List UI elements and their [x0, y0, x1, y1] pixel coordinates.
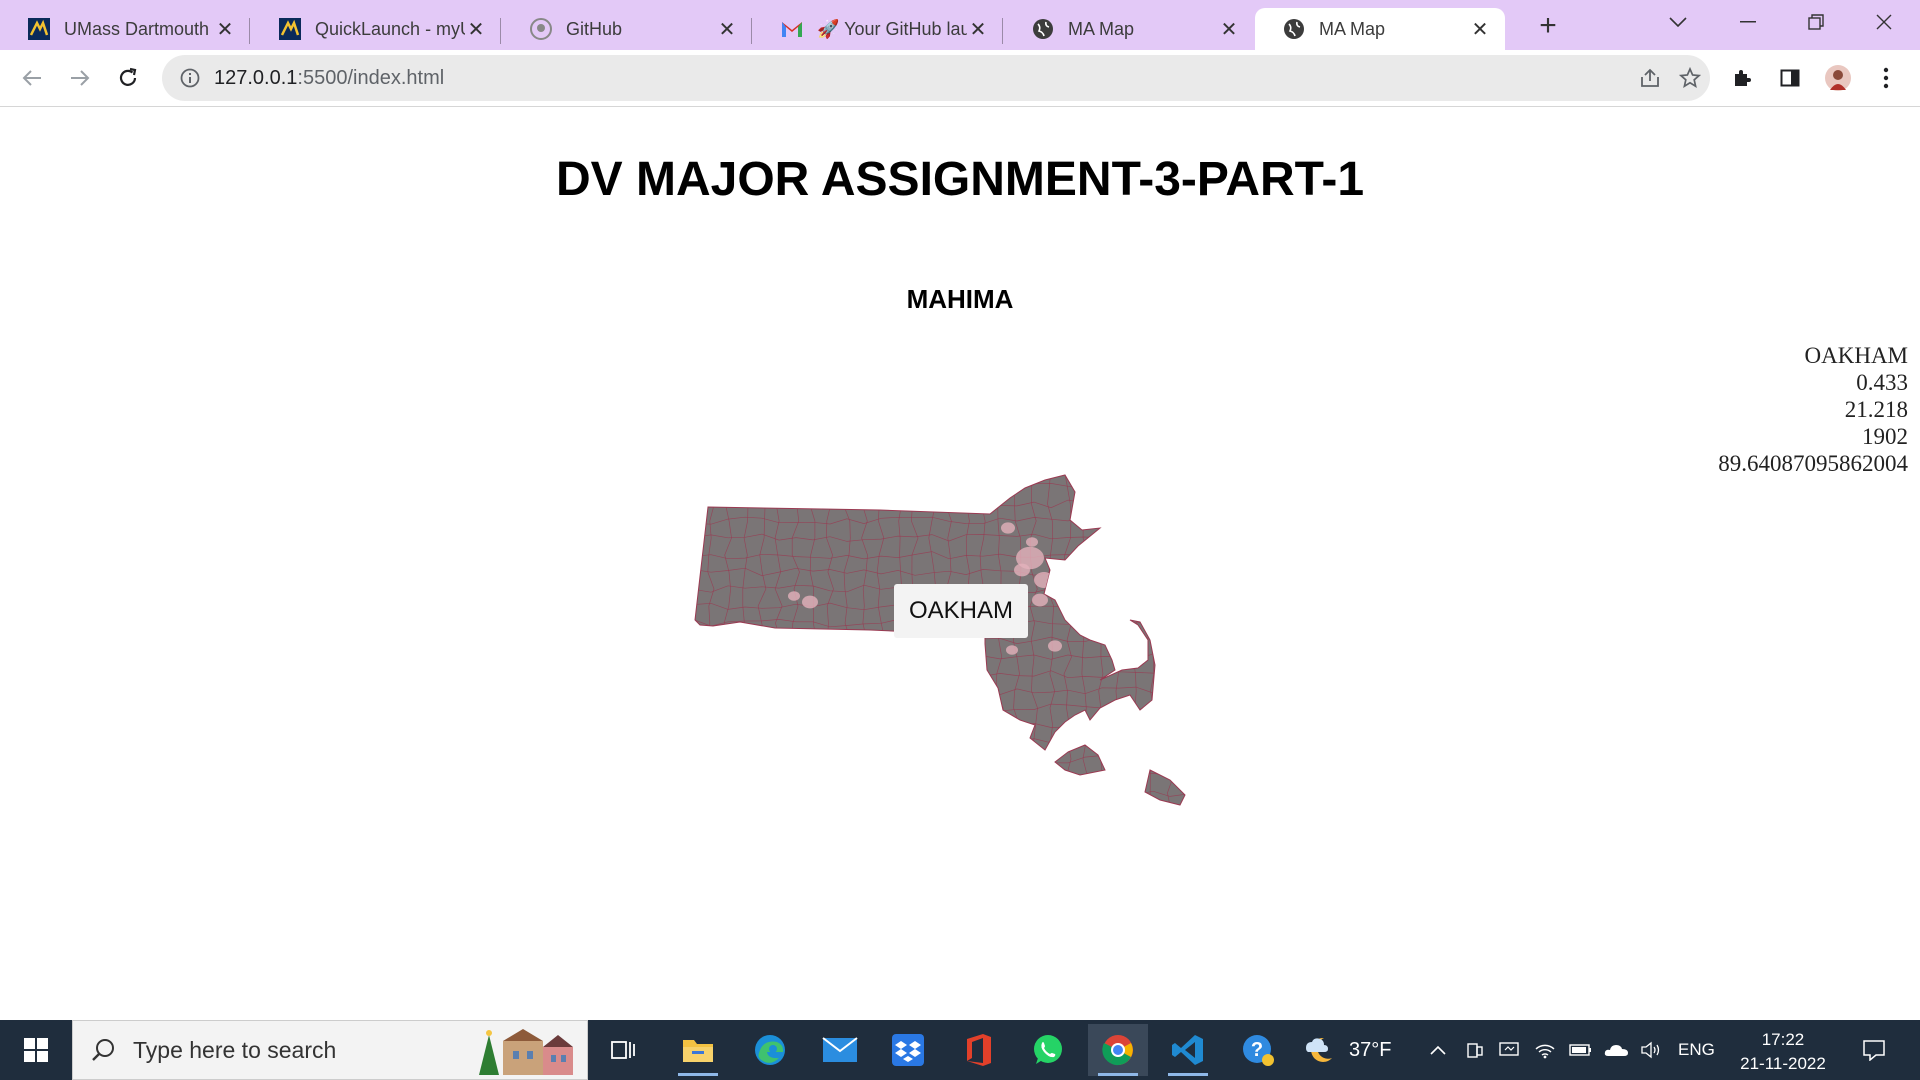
- onedrive-icon[interactable]: [1602, 1020, 1632, 1080]
- close-tab-icon[interactable]: ✕: [1218, 18, 1240, 41]
- profile-avatar[interactable]: [1818, 58, 1858, 98]
- close-tab-icon[interactable]: ✕: [967, 18, 989, 41]
- highlighted-town: [1006, 645, 1018, 655]
- address-bar[interactable]: 127.0.0.1:5500/index.html: [162, 55, 1710, 101]
- back-icon[interactable]: [12, 58, 52, 98]
- highlighted-town: [1034, 572, 1054, 588]
- map-tooltip: OAKHAM: [894, 584, 1028, 638]
- volume-icon[interactable]: [1636, 1020, 1666, 1080]
- weather-icon[interactable]: [1290, 1024, 1350, 1076]
- restore-icon[interactable]: [1788, 0, 1844, 44]
- tab-github[interactable]: GitHub ✕: [502, 8, 752, 50]
- globe-icon: [1283, 18, 1305, 40]
- svg-text:?: ?: [1251, 1039, 1263, 1061]
- close-tab-icon[interactable]: ✕: [465, 18, 487, 41]
- notifications-icon[interactable]: [1846, 1020, 1902, 1080]
- tab-quicklaunch[interactable]: QuickLaunch - myUMassD ✕: [251, 8, 501, 50]
- system-clock[interactable]: 17:22 21-11-2022: [1728, 1028, 1838, 1076]
- new-tab-button[interactable]: +: [1528, 9, 1568, 42]
- clock-date: 21-11-2022: [1740, 1054, 1826, 1073]
- display-icon[interactable]: [1494, 1020, 1524, 1080]
- wifi-icon[interactable]: [1530, 1020, 1560, 1080]
- tab-title: GitHub: [566, 18, 623, 39]
- taskbar: Type here to search ? 37°F ENG 17:22 21-…: [0, 1020, 1920, 1080]
- get-help-icon[interactable]: ?: [1228, 1024, 1288, 1076]
- town-info-panel: OAKHAM 0.433 21.218 1902 89.640870958620…: [1718, 342, 1908, 477]
- tab-title: MA Map: [1319, 18, 1386, 39]
- mail-icon[interactable]: [810, 1024, 870, 1076]
- extensions-icon[interactable]: [1722, 58, 1762, 98]
- tab-ma-map[interactable]: MA Map ✕: [1004, 8, 1254, 50]
- whatsapp-icon[interactable]: [1018, 1024, 1078, 1076]
- highlighted-town: [1014, 563, 1030, 577]
- globe-icon: [1032, 18, 1054, 40]
- gmail-icon: [781, 18, 803, 40]
- tab-gmail[interactable]: 🚀 Your GitHub launch ✕: [753, 8, 1003, 50]
- info-town-name: OAKHAM: [1804, 343, 1909, 368]
- close-window-icon[interactable]: [1856, 0, 1912, 44]
- windows-start-icon[interactable]: [0, 1020, 72, 1080]
- umass-logo-icon: [279, 18, 301, 40]
- tab-title: UMass Dartmouth: [64, 18, 210, 39]
- umass-logo-icon: [28, 18, 50, 40]
- clock-time: 17:22: [1761, 1030, 1805, 1049]
- url-path: :5500/index.html: [297, 66, 445, 89]
- info-value-2: 21.218: [1844, 397, 1908, 422]
- chrome-icon[interactable]: [1088, 1024, 1148, 1076]
- browser-menu-icon[interactable]: [1866, 58, 1906, 98]
- close-tab-icon[interactable]: ✕: [214, 18, 236, 41]
- highlighted-town: [802, 595, 818, 609]
- reload-icon[interactable]: [108, 58, 148, 98]
- highlighted-town: [1001, 522, 1015, 534]
- weather-temperature[interactable]: 37°F: [1349, 1020, 1391, 1080]
- highlighted-town: [1032, 593, 1048, 607]
- state-shape: [694, 474, 1186, 806]
- share-icon[interactable]: [1630, 58, 1670, 98]
- page-title: DV MAJOR ASSIGNMENT-3-PART-1: [555, 153, 1365, 206]
- task-view-icon[interactable]: [594, 1024, 654, 1076]
- search-icon: [73, 1037, 133, 1063]
- file-explorer-icon[interactable]: [668, 1024, 728, 1076]
- forward-icon[interactable]: [60, 58, 100, 98]
- minimize-icon[interactable]: [1720, 0, 1776, 44]
- browser-toolbar: 127.0.0.1:5500/index.html: [0, 50, 1920, 107]
- author-name: MAHIMA: [906, 284, 1014, 314]
- tab-title: MA Map: [1068, 18, 1135, 39]
- show-hidden-icons-chevron-icon[interactable]: [1423, 1020, 1453, 1080]
- dropbox-icon[interactable]: [878, 1024, 938, 1076]
- close-tab-icon[interactable]: ✕: [716, 18, 738, 41]
- github-icon: [530, 18, 552, 40]
- info-value-4: 89.64087095862004: [1718, 451, 1908, 476]
- tab-strip: UMass Dartmouth ✕ QuickLaunch - myUMassD…: [0, 0, 1920, 50]
- tab-title: 🚀 Your GitHub launch: [817, 18, 967, 39]
- massachusetts-map[interactable]: [660, 470, 1220, 820]
- url-text[interactable]: 127.0.0.1:5500/index.html: [214, 67, 1630, 90]
- taskbar-search-input[interactable]: Type here to search: [72, 1020, 588, 1080]
- side-panel-icon[interactable]: [1770, 58, 1810, 98]
- info-value-3: 1902: [1862, 424, 1908, 449]
- close-tab-icon[interactable]: ✕: [1469, 18, 1491, 41]
- info-value-1: 0.433: [1856, 370, 1908, 395]
- highlighted-town: [1026, 537, 1038, 547]
- edge-icon[interactable]: [740, 1024, 800, 1076]
- search-highlight-image: [479, 1029, 573, 1075]
- battery-icon[interactable]: [1566, 1020, 1596, 1080]
- tab-ma-map-active[interactable]: MA Map ✕: [1255, 8, 1505, 50]
- search-placeholder: Type here to search: [133, 1036, 337, 1063]
- highlighted-town: [1048, 640, 1062, 652]
- site-info-icon[interactable]: [178, 66, 202, 90]
- vscode-icon[interactable]: [1158, 1024, 1218, 1076]
- input-language[interactable]: ENG: [1678, 1020, 1715, 1080]
- tab-umass-dartmouth[interactable]: UMass Dartmouth ✕: [0, 8, 250, 50]
- highlighted-town: [788, 591, 800, 601]
- tab-search-chevron-icon[interactable]: [1650, 0, 1706, 44]
- phone-link-icon[interactable]: [1460, 1020, 1490, 1080]
- tab-title: QuickLaunch - myUMassD: [315, 18, 465, 39]
- url-host: 127.0.0.1: [214, 66, 298, 89]
- office-icon[interactable]: [948, 1024, 1008, 1076]
- bookmark-star-icon[interactable]: [1670, 58, 1710, 98]
